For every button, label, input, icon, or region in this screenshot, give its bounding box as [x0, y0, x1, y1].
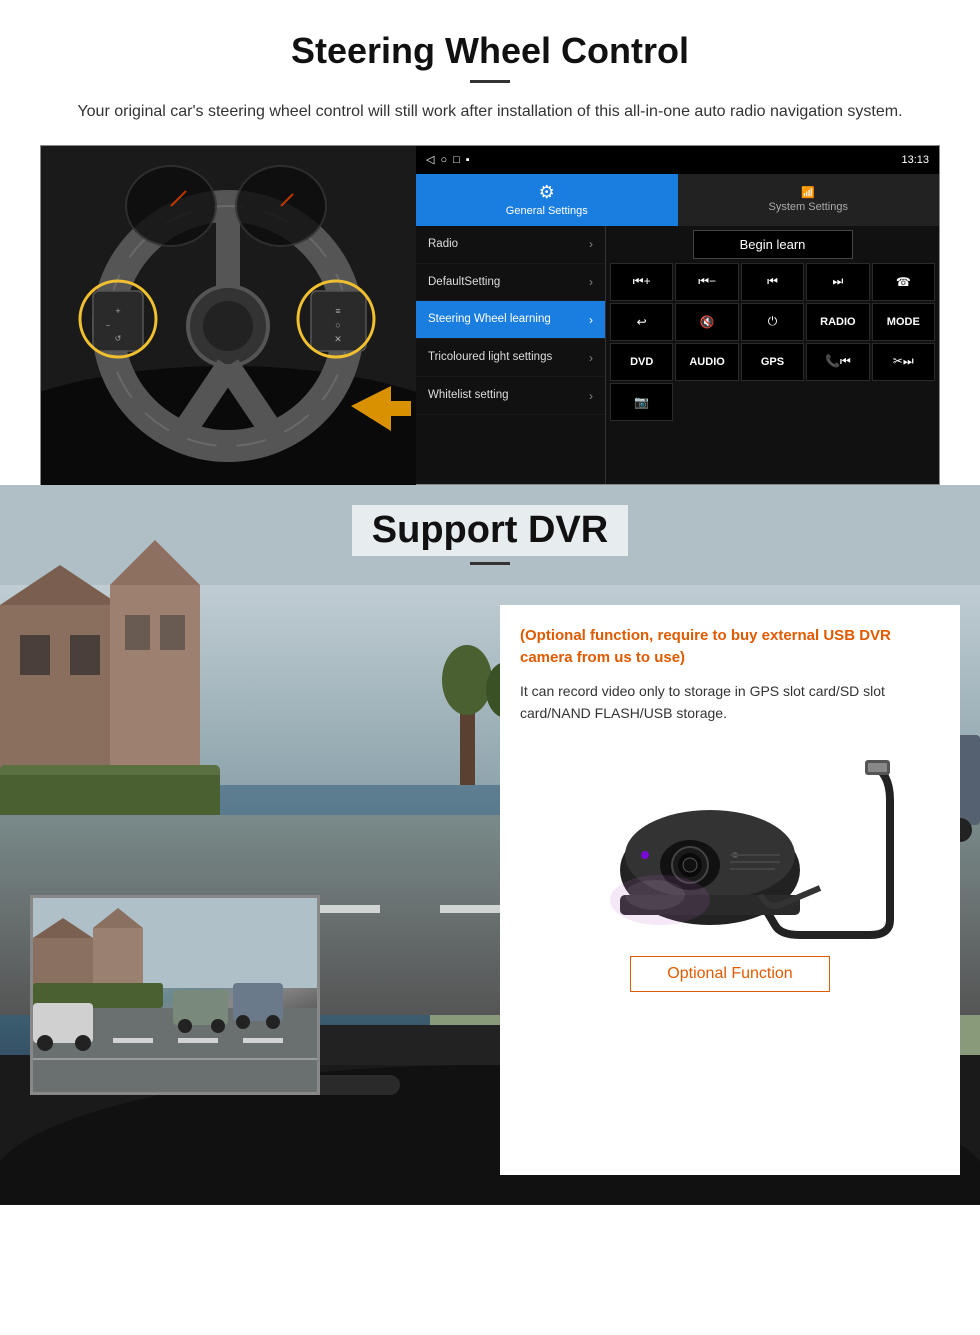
steering-description: Your original car's steering wheel contr… [60, 99, 920, 125]
back-call-icon: ↩ [637, 315, 647, 329]
next-button[interactable]: ⏭ [806, 263, 869, 301]
phone-prev-icon: 📞⏮ [825, 354, 851, 369]
tab-general-label: General Settings [506, 205, 588, 217]
mode-button[interactable]: MODE [872, 303, 935, 341]
dvr-info-card: (Optional function, require to buy exter… [500, 605, 960, 1175]
vol-down-icon: ⏮− [698, 274, 716, 289]
title-divider [470, 80, 510, 83]
menu-whitelist-label: Whitelist setting [428, 388, 509, 403]
wifi-icon: 📶 [801, 186, 815, 199]
tab-general-settings[interactable]: ⚙ General Settings [416, 174, 678, 226]
dvr-divider [470, 562, 510, 565]
tab-system-settings[interactable]: 📶 System Settings [678, 174, 940, 226]
begin-learn-row: Begin learn [610, 230, 935, 259]
dvd-label: DVD [630, 356, 653, 368]
android-tabs: ⚙ General Settings 📶 System Settings [416, 174, 939, 226]
statusbar-left-icons: ◁ ○ □ ▪ [426, 153, 470, 166]
chevron-icon: › [589, 389, 593, 403]
phone-next-button[interactable]: ✂⏭ [872, 343, 935, 381]
dvr-body: (Optional function, require to buy exter… [0, 575, 980, 1195]
svg-text:−: − [106, 321, 111, 330]
vol-up-icon: ⏮+ [633, 274, 651, 289]
next-icon: ⏭ [832, 274, 843, 289]
dvr-thumbnail-image [30, 895, 320, 1095]
chevron-icon: › [589, 275, 593, 289]
menu-steering-label: Steering Wheel learning [428, 312, 551, 327]
menu-tricoloured-label: Tricoloured light settings [428, 350, 552, 365]
menu-radio-label: Radio [428, 237, 458, 252]
tab-system-label: System Settings [769, 201, 848, 213]
home-icon: ○ [440, 154, 447, 166]
optional-function-button[interactable]: Optional Function [630, 956, 830, 992]
svg-text:+: + [115, 306, 120, 316]
phone-icon: ☎ [896, 275, 911, 289]
menu-icon: ▪ [466, 154, 470, 166]
back-icon: ◁ [426, 153, 434, 166]
recents-icon: □ [453, 154, 460, 166]
menu-item-tricoloured[interactable]: Tricoloured light settings › [416, 339, 605, 377]
power-button[interactable]: ⏻ [741, 303, 804, 341]
chevron-icon: › [589, 313, 593, 327]
dvr-title: Support DVR [352, 505, 628, 556]
svg-text:↺: ↺ [115, 334, 122, 343]
android-main-content: Radio › DefaultSetting › Steering Wheel … [416, 226, 939, 484]
svg-text:✕: ✕ [334, 334, 342, 344]
chevron-icon: › [589, 237, 593, 251]
mode-label: MODE [887, 316, 920, 328]
support-dvr-section: Support DVR [0, 485, 980, 1205]
dvr-title-area: Support DVR [0, 485, 980, 575]
menu-item-radio[interactable]: Radio › [416, 226, 605, 264]
dvd-button[interactable]: DVD [610, 343, 673, 381]
dvr-left-area [20, 585, 480, 1175]
phone-next-icon: ✂⏭ [893, 354, 914, 369]
svg-text:≡: ≡ [335, 306, 340, 316]
vol-down-button[interactable]: ⏮− [675, 263, 738, 301]
radio-button[interactable]: RADIO [806, 303, 869, 341]
camera-button[interactable]: 📷 [610, 383, 673, 421]
gps-button[interactable]: GPS [741, 343, 804, 381]
mute-icon: 🔇 [700, 315, 715, 329]
steering-demo: + − ↺ ≡ ○ ✕ [40, 145, 940, 485]
begin-learn-button[interactable]: Begin learn [693, 230, 853, 259]
menu-item-whitelist[interactable]: Whitelist setting › [416, 377, 605, 415]
phone-prev-button[interactable]: 📞⏮ [806, 343, 869, 381]
camera-icon: 📷 [634, 395, 649, 409]
prev-button[interactable]: ⏮ [741, 263, 804, 301]
vol-up-button[interactable]: ⏮+ [610, 263, 673, 301]
steering-wheel-photo: + − ↺ ≡ ○ ✕ [41, 146, 416, 486]
power-icon: ⏻ [768, 314, 778, 329]
audio-label: AUDIO [689, 356, 724, 368]
statusbar-time: 13:13 [901, 154, 929, 166]
steering-wheel-section: Steering Wheel Control Your original car… [0, 0, 980, 485]
audio-button[interactable]: AUDIO [675, 343, 738, 381]
prev-icon: ⏮ [767, 274, 778, 289]
menu-item-default-setting[interactable]: DefaultSetting › [416, 264, 605, 302]
android-screen: ◁ ○ □ ▪ 13:13 ⚙ General Settings 📶 Syste… [416, 146, 939, 484]
svg-text:○: ○ [335, 320, 340, 330]
dvr-description: It can record video only to storage in G… [520, 680, 940, 725]
dvr-product-image-area [520, 740, 940, 940]
android-menu: Radio › DefaultSetting › Steering Wheel … [416, 226, 606, 484]
dvr-thumbnail-inner [33, 898, 317, 1092]
menu-default-label: DefaultSetting [428, 275, 500, 290]
back-button[interactable]: ↩ [610, 303, 673, 341]
phone-button[interactable]: ☎ [872, 263, 935, 301]
dvr-optional-text: (Optional function, require to buy exter… [520, 625, 940, 670]
dvr-camera-svg [560, 740, 900, 940]
steering-title: Steering Wheel Control [40, 30, 940, 72]
gear-icon: ⚙ [539, 182, 555, 203]
controls-grid: ⏮+ ⏮− ⏮ ⏭ ☎ [610, 263, 935, 421]
chevron-icon: › [589, 351, 593, 365]
thumbnail-svg [33, 898, 320, 1095]
android-statusbar: ◁ ○ □ ▪ 13:13 [416, 146, 939, 174]
steering-wheel-svg: + − ↺ ≡ ○ ✕ [41, 146, 416, 486]
mute-button[interactable]: 🔇 [675, 303, 738, 341]
android-controls-panel: Begin learn ⏮+ ⏮− ⏮ [606, 226, 939, 484]
radio-label: RADIO [820, 316, 855, 328]
menu-item-steering-wheel[interactable]: Steering Wheel learning › [416, 301, 605, 339]
gps-label: GPS [761, 356, 784, 368]
